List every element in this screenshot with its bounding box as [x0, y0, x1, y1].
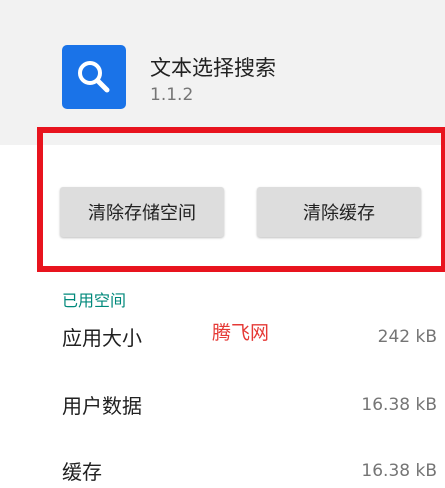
- app-version: 1.1.2: [150, 85, 194, 105]
- app-header: 文本选择搜索 1.1.2: [0, 0, 445, 145]
- row-value-cache: 16.38 kB: [361, 461, 437, 481]
- row-label-user-data: 用户数据: [62, 394, 142, 418]
- search-icon: [62, 45, 126, 109]
- row-label-cache: 缓存: [62, 460, 102, 484]
- row-value-app-size: 242 kB: [377, 327, 437, 347]
- clear-storage-button[interactable]: 清除存储空间: [60, 187, 224, 237]
- watermark-text: 腾飞网: [212, 322, 270, 344]
- section-title-used-space: 已用空间: [62, 291, 127, 310]
- clear-cache-button[interactable]: 清除缓存: [257, 187, 421, 237]
- row-value-user-data: 16.38 kB: [361, 395, 437, 415]
- row-label-app-size: 应用大小: [62, 326, 142, 350]
- app-name: 文本选择搜索: [150, 56, 276, 80]
